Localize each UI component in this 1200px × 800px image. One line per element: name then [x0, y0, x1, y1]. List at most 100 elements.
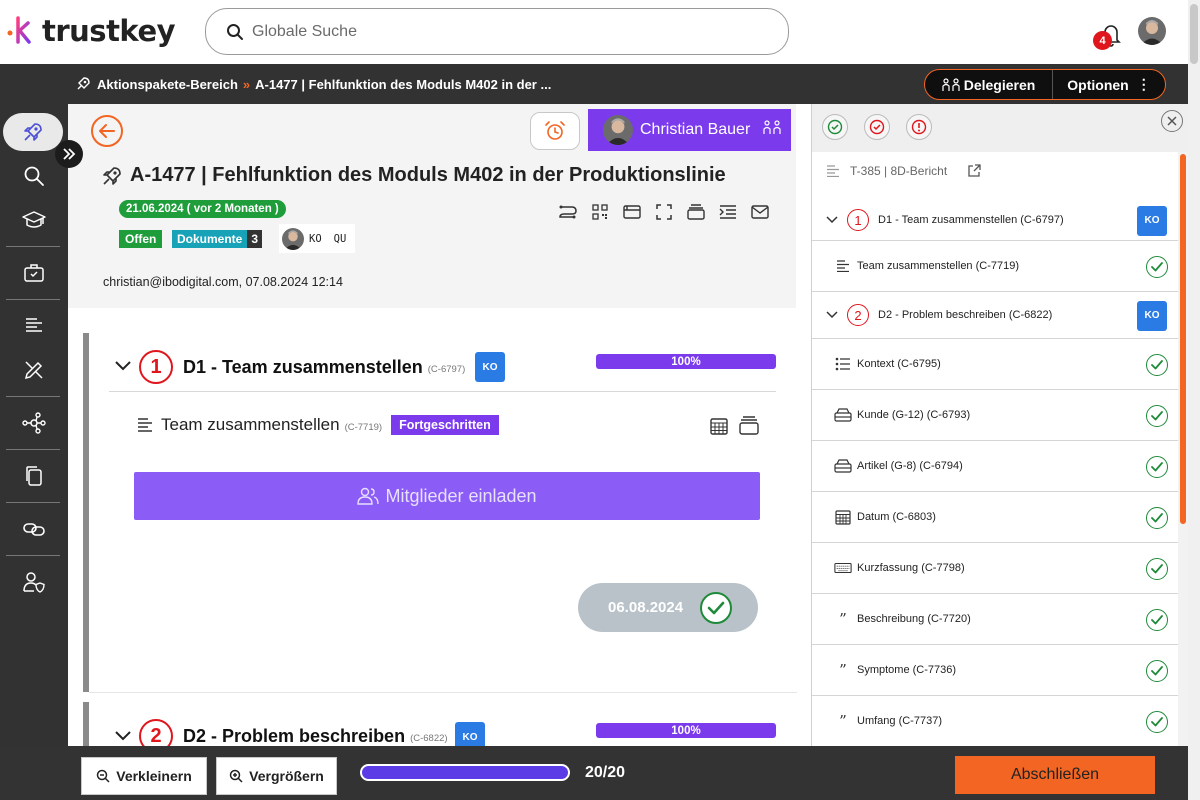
chevron-down-icon[interactable] — [826, 311, 838, 319]
chevron-down-icon[interactable] — [115, 731, 131, 741]
owner-button[interactable]: Christian Bauer — [588, 109, 791, 151]
ko-button[interactable]: KO — [455, 722, 485, 746]
logo[interactable]: trustkey — [6, 14, 176, 48]
user-avatar[interactable] — [1138, 17, 1166, 45]
indent-button[interactable] — [712, 201, 744, 223]
close-icon — [1167, 116, 1177, 126]
check-circle-icon — [1146, 455, 1168, 478]
sidebar-item-copies[interactable] — [4, 457, 64, 495]
invite-members-button[interactable]: Mitglieder einladen — [134, 472, 760, 520]
notifications-button[interactable]: 4 — [1093, 22, 1123, 50]
panel-toolbar — [812, 104, 1188, 152]
expand-icon — [656, 204, 672, 220]
outline-group-row[interactable]: 1 D1 - Team zusammenstellen (C-6797) KO — [812, 200, 1178, 241]
back-button[interactable] — [91, 115, 123, 147]
bottom-bar: Verkleinern Vergrößern 20/20 Abschließen — [0, 746, 1188, 800]
panel-header: T-385 | 8D-Bericht — [826, 164, 981, 178]
outline-item-row[interactable]: Kurzfassung (C-7798) — [812, 543, 1178, 594]
outline-item-row[interactable]: Artikel (G-8) (C-6794) — [812, 441, 1178, 492]
link-icon — [23, 523, 45, 536]
member-avatar — [282, 227, 304, 250]
outline-item-row[interactable]: Datum (C-6803) — [812, 492, 1178, 543]
ko-button[interactable]: KO — [475, 352, 505, 382]
sidebar-item-network[interactable] — [4, 404, 64, 442]
workflow-button[interactable] — [552, 201, 584, 223]
fullscreen-button[interactable] — [648, 201, 680, 223]
subtask-row[interactable]: Team zusammenstellen (C-7719) Fortgeschr… — [137, 415, 499, 435]
expand-sidebar-button[interactable] — [55, 140, 83, 168]
users-icon — [357, 487, 380, 505]
check-circle-icon — [869, 119, 885, 135]
section-d2-header[interactable]: 2 D2 - Problem beschreiben (C-6822) — [139, 719, 448, 746]
delegate-button[interactable]: Delegieren — [925, 70, 1053, 99]
outline-group-row[interactable]: 2 D2 - Problem beschreiben (C-6822) KO — [812, 292, 1178, 339]
panel-scrollbar[interactable] — [1178, 152, 1188, 746]
task-toolbar — [552, 201, 776, 223]
task-title: A-1477 | Fehlfunktion des Moduls M402 in… — [101, 164, 726, 187]
breadcrumb-item-current[interactable]: A-1477 | Fehlfunktion des Moduls M402 in… — [255, 77, 551, 92]
network-icon — [22, 412, 46, 434]
sidebar-item-design[interactable] — [4, 351, 64, 389]
outline-item-row[interactable]: Kunde (G-12) (C-6793) — [812, 390, 1178, 441]
filter-warning-button[interactable] — [906, 114, 932, 140]
outline-item-row[interactable]: ” Umfang (C-7737) — [812, 696, 1178, 746]
logo-text: trustkey — [42, 14, 176, 48]
search-icon — [227, 23, 243, 40]
finish-button[interactable]: Abschließen — [955, 756, 1155, 794]
member-initials: KO — [309, 232, 322, 245]
outline-label: Kontext (C-6795) — [857, 358, 941, 370]
qr-code-button[interactable] — [584, 201, 616, 223]
outline-item-row[interactable]: ” Beschreibung (C-7720) — [812, 594, 1178, 645]
sidebar-item-links[interactable] — [4, 510, 64, 548]
documents-badge[interactable]: Dokumente 3 — [172, 230, 263, 248]
sidebar-item-documents[interactable] — [4, 307, 64, 345]
alarm-clock-icon — [545, 121, 565, 140]
external-link-icon[interactable] — [967, 164, 981, 178]
outline-item-row[interactable]: Kontext (C-6795) — [812, 339, 1178, 390]
rocket-icon — [77, 77, 90, 90]
page-scrollbar[interactable] — [1188, 0, 1200, 800]
task-title-text: A-1477 | Fehlfunktion des Moduls M402 in… — [130, 164, 726, 186]
subtask-status-badge: Fortgeschritten — [391, 415, 499, 435]
chevron-down-icon[interactable] — [115, 361, 131, 371]
section-marker — [83, 702, 89, 746]
stack-button[interactable] — [680, 201, 712, 223]
due-date-badge: 21.06.2024 ( vor 2 Monaten ) — [119, 200, 286, 218]
members-group[interactable]: KO QU — [279, 224, 355, 253]
sidebar-item-search[interactable] — [4, 157, 64, 195]
email-button[interactable] — [744, 201, 776, 223]
zoom-in-button[interactable]: Vergrößern — [216, 757, 337, 795]
close-panel-button[interactable] — [1161, 110, 1183, 132]
section-d1-header[interactable]: 1 D1 - Team zusammenstellen (C-6797) — [139, 350, 465, 384]
window-button[interactable] — [616, 201, 648, 223]
user-shield-icon — [23, 572, 45, 593]
chevron-down-icon[interactable] — [826, 216, 838, 224]
options-button[interactable]: Optionen ⋮ — [1053, 70, 1165, 99]
ko-button[interactable]: KO — [1137, 205, 1167, 236]
subtask-title: Team zusammenstellen — [161, 415, 340, 434]
zoom-out-label: Verkleinern — [116, 768, 192, 784]
search-input[interactable] — [252, 22, 752, 41]
calendar-icon[interactable] — [710, 417, 728, 435]
check-circle-icon — [1146, 506, 1168, 529]
outline-label: D2 - Problem beschreiben (C-6822) — [878, 309, 1053, 321]
arrow-left-icon — [99, 124, 115, 138]
sidebar-item-action-packages[interactable] — [3, 113, 63, 151]
outline-item-row[interactable]: Team zusammenstellen (C-7719) — [812, 241, 1178, 292]
filter-pending-button[interactable] — [864, 114, 890, 140]
group-number: 2 — [847, 304, 869, 326]
zoom-out-button[interactable]: Verkleinern — [81, 757, 207, 795]
sidebar-item-work[interactable] — [4, 254, 64, 292]
graduation-cap-icon — [22, 211, 46, 228]
outline-item-row[interactable]: ” Symptome (C-7736) — [812, 645, 1178, 696]
breadcrumb-item-area[interactable]: Aktionspakete-Bereich — [97, 77, 238, 92]
global-search[interactable] — [205, 8, 789, 55]
sidebar-item-users[interactable] — [4, 563, 64, 601]
ko-button[interactable]: KO — [1137, 300, 1167, 331]
outline-label: Beschreibung (C-7720) — [857, 613, 971, 625]
completion-pill[interactable]: 06.08.2024 — [578, 583, 758, 632]
reminder-button[interactable] — [530, 112, 580, 150]
filter-done-button[interactable] — [822, 114, 848, 140]
sidebar-item-academy[interactable] — [4, 201, 64, 239]
layers-icon[interactable] — [739, 415, 759, 435]
